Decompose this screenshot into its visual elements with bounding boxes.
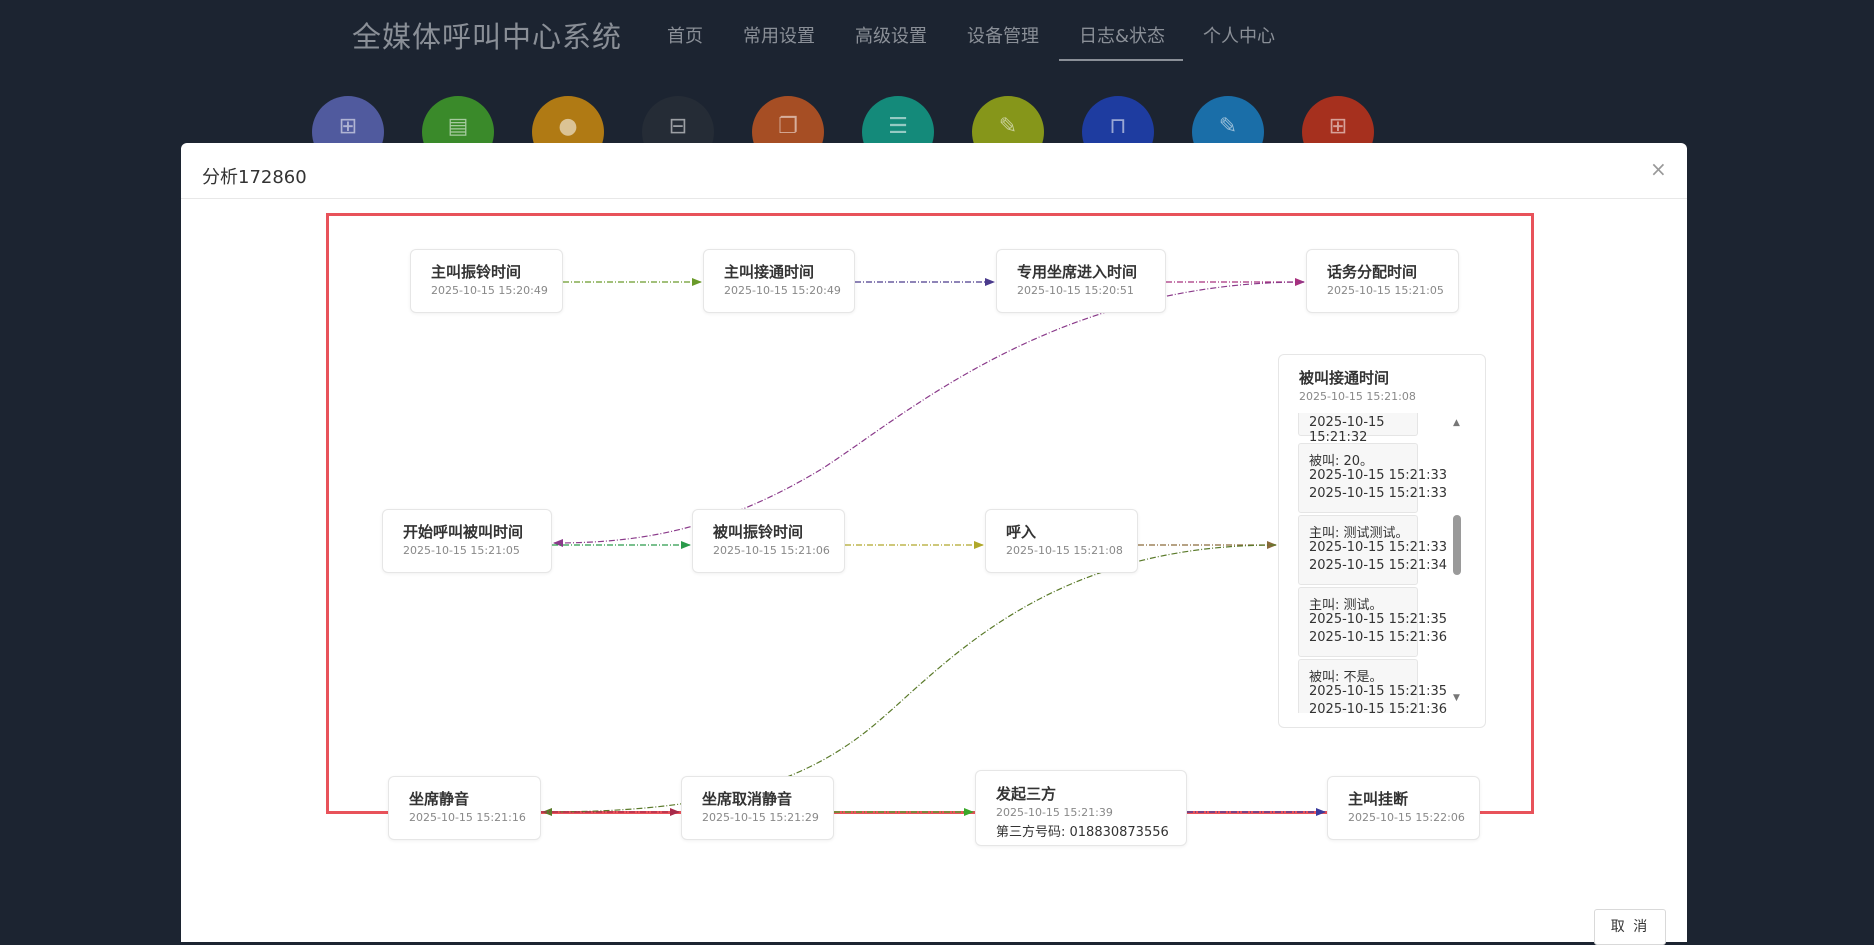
node-time: 2025-10-15 15:21:08 xyxy=(1006,544,1123,557)
edge-dispatch-to-start xyxy=(553,281,1305,547)
node-time: 2025-10-15 15:21:29 xyxy=(702,811,819,824)
node-agent-mute[interactable]: 坐席静音 2025-10-15 15:21:16 xyxy=(388,776,541,840)
message-item: 主叫: 测试测试。 2025-10-15 15:21:33 2025-10-15… xyxy=(1298,515,1447,585)
node-time: 2025-10-15 15:20:49 xyxy=(724,284,841,297)
message-time: 2025-10-15 15:21:32 xyxy=(1309,415,1385,445)
message-end: 2025-10-15 15:21:36 xyxy=(1309,702,1448,713)
message-start: 2025-10-15 15:21:35 xyxy=(1309,612,1448,627)
message-start: 2025-10-15 15:21:33 xyxy=(1309,468,1448,483)
node-caller-answer[interactable]: 主叫接通时间 2025-10-15 15:20:49 xyxy=(703,249,855,313)
node-time: 2025-10-15 15:21:05 xyxy=(1327,284,1444,297)
scroll-up-icon[interactable]: ▲ xyxy=(1453,418,1460,428)
node-title: 话务分配时间 xyxy=(1327,263,1418,281)
node-time: 2025-10-15 15:22:06 xyxy=(1348,811,1465,824)
message-item: 被叫: 20。 2025-10-15 15:21:33 2025-10-15 1… xyxy=(1298,443,1447,513)
message-text: 主叫: 测试。 xyxy=(1309,598,1383,613)
message-start: 2025-10-15 15:21:33 xyxy=(1309,540,1448,555)
node-title: 被叫接通时间 xyxy=(1299,369,1390,387)
node-time: 2025-10-15 15:21:16 xyxy=(409,811,526,824)
node-dispatch[interactable]: 话务分配时间 2025-10-15 15:21:05 xyxy=(1306,249,1459,313)
flow-edges xyxy=(541,278,1326,816)
message-item: 2025-10-15 15:21:32 xyxy=(1298,413,1418,445)
node-title: 坐席取消静音 xyxy=(702,790,793,808)
message-end: 2025-10-15 15:21:34 xyxy=(1309,558,1448,573)
node-title: 开始呼叫被叫时间 xyxy=(403,523,524,541)
node-title: 主叫接通时间 xyxy=(724,263,815,281)
message-text: 主叫: 测试测试。 xyxy=(1309,526,1409,541)
node-title: 被叫振铃时间 xyxy=(713,523,804,541)
node-time: 2025-10-15 15:20:51 xyxy=(1017,284,1134,297)
message-item: 主叫: 测试。 2025-10-15 15:21:35 2025-10-15 1… xyxy=(1298,587,1447,657)
third-party-number: 第三方号码: 018830873556 xyxy=(996,825,1169,840)
node-title: 专用坐席进入时间 xyxy=(1017,263,1138,281)
message-item: 被叫: 不是。 2025-10-15 15:21:35 2025-10-15 1… xyxy=(1298,659,1447,713)
message-text: 被叫: 20。 xyxy=(1309,454,1374,469)
node-title: 坐席静音 xyxy=(409,790,470,808)
message-end: 2025-10-15 15:21:33 xyxy=(1309,486,1448,501)
node-time: 2025-10-15 15:21:06 xyxy=(713,544,830,557)
node-time: 2025-10-15 15:21:39 xyxy=(996,806,1113,819)
node-start-callee[interactable]: 开始呼叫被叫时间 2025-10-15 15:21:05 xyxy=(382,509,552,573)
node-title: 主叫挂断 xyxy=(1348,790,1409,808)
node-title: 呼入 xyxy=(1006,523,1037,541)
node-agent-unmute[interactable]: 坐席取消静音 2025-10-15 15:21:29 xyxy=(681,776,834,840)
node-time: 2025-10-15 15:21:05 xyxy=(403,544,520,557)
node-callee-ring[interactable]: 被叫振铃时间 2025-10-15 15:21:06 xyxy=(692,509,845,573)
message-start: 2025-10-15 15:21:35 xyxy=(1309,684,1448,699)
node-incoming[interactable]: 呼入 2025-10-15 15:21:08 xyxy=(985,509,1138,573)
message-text: 被叫: 不是。 xyxy=(1309,670,1383,685)
message-end: 2025-10-15 15:21:36 xyxy=(1309,630,1448,645)
node-time: 2025-10-15 15:21:08 xyxy=(1299,390,1416,403)
node-three-way[interactable]: 发起三方 2025-10-15 15:21:39 第三方号码: 01883087… xyxy=(975,770,1187,846)
scrollbar-thumb[interactable] xyxy=(1453,515,1461,575)
node-title: 主叫振铃时间 xyxy=(431,263,522,281)
node-time: 2025-10-15 15:20:49 xyxy=(431,284,548,297)
node-caller-hangup[interactable]: 主叫挂断 2025-10-15 15:22:06 xyxy=(1327,776,1480,840)
node-agent-enter[interactable]: 专用坐席进入时间 2025-10-15 15:20:51 xyxy=(996,249,1166,313)
message-list[interactable]: 2025-10-15 15:21:32 被叫: 20。 2025-10-15 1… xyxy=(1298,413,1448,713)
node-title: 发起三方 xyxy=(996,785,1057,803)
node-caller-ring[interactable]: 主叫振铃时间 2025-10-15 15:20:49 xyxy=(410,249,563,313)
scroll-down-icon[interactable]: ▼ xyxy=(1453,693,1460,703)
